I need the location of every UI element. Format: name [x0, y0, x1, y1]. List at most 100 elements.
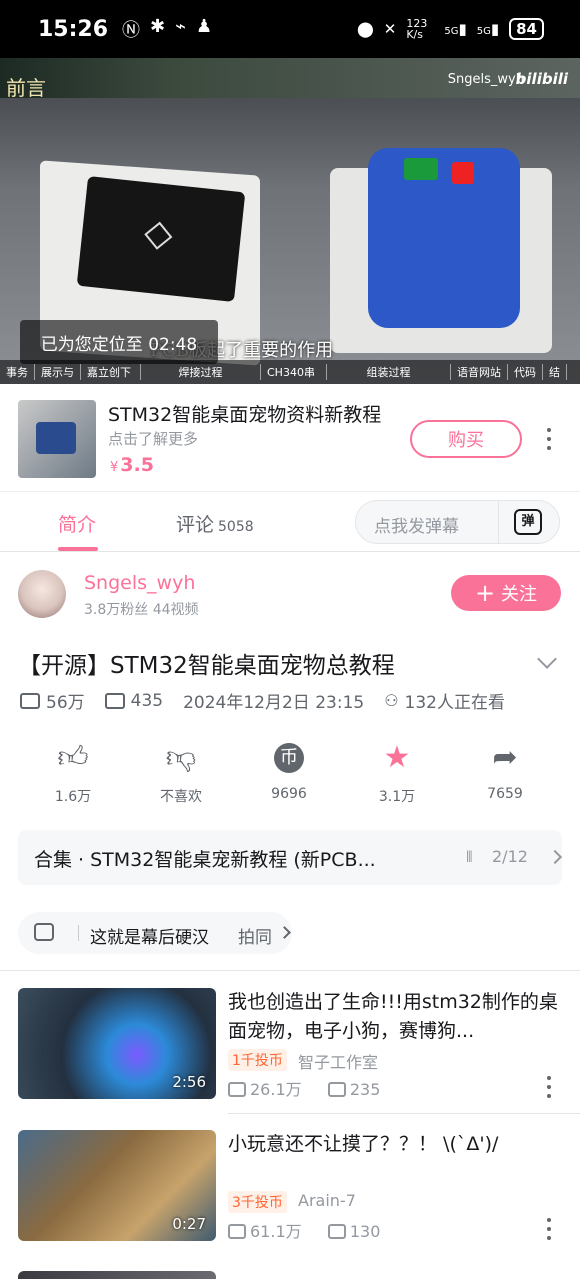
danmu-count-icon: [104, 692, 125, 709]
video-frame-pcb: [76, 176, 246, 302]
like-button[interactable]: 👍︎ 1.6万: [28, 740, 118, 806]
recommended-author: Arain-7: [298, 1191, 356, 1210]
recommended-more-icon[interactable]: [543, 1218, 555, 1240]
recommended-views: 61.1万: [250, 1222, 302, 1241]
buy-button[interactable]: 购买: [410, 420, 522, 458]
play-count-icon: [228, 1082, 246, 1097]
view-count: 56万: [46, 693, 85, 713]
favorite-button[interactable]: ★ 3.1万: [352, 740, 442, 806]
danmu-count: 435: [130, 690, 164, 711]
bilibili-logo: bilibili: [515, 70, 568, 88]
plus-icon: +: [474, 579, 496, 607]
bluetooth-icon: ✱: [150, 16, 166, 37]
video-corner-text: 前言: [6, 76, 46, 100]
link-icon: ⌁: [175, 16, 186, 37]
share-arrow-icon: ➦: [492, 740, 518, 775]
video-title: 【开源】STM32智能桌面宠物总教程: [18, 653, 395, 679]
danmu-placeholder: 点我发弹幕: [374, 517, 459, 537]
chapter-item[interactable]: 展示与: [35, 364, 81, 380]
recommended-danmu: 130: [349, 1222, 381, 1241]
chapter-item[interactable]: 组装过程: [327, 364, 451, 380]
qq-icon: ♟: [195, 16, 213, 37]
chapter-item[interactable]: 结: [543, 364, 567, 380]
coin-badge: 1千投币: [228, 1049, 287, 1071]
status-bar: 15:26 Ⓝ ✱ ⌁ ♟ ⬤ ✕ 123 K/s 5G▮ 5G▮ 84: [0, 0, 580, 58]
chapter-item[interactable]: 焊接过程: [141, 364, 261, 380]
watching-count: 132人正在看: [404, 693, 505, 713]
chevron-right-icon: [278, 926, 291, 939]
recommended-video[interactable]: 0:27 小玩意还不让摸了？？！ \(`Δ')/ 3千投币 Arain-7 61…: [0, 1130, 580, 1270]
uploader-name[interactable]: Sngels_wyh: [84, 572, 195, 594]
tag-text: 这就是幕后硬汉: [90, 928, 209, 948]
video-frame-battery: [368, 148, 520, 328]
video-meta: 56万 435 2024年12月2日 23:15 ⚇ 132人正在看: [20, 688, 505, 713]
chapter-item[interactable]: 代码: [508, 364, 543, 380]
signal-icon-1: 5G▮: [444, 20, 467, 38]
product-price: ¥3.5: [110, 454, 154, 476]
product-thumbnail[interactable]: [18, 400, 96, 478]
network-speed: 123 K/s: [406, 17, 428, 41]
danmu-count-icon: [327, 1082, 346, 1097]
thumbs-up-icon: 👍︎: [57, 740, 89, 775]
battery-indicator: 84: [509, 18, 544, 40]
collection-name: 合集 · STM32智能桌宠新教程 (新PCB...: [34, 849, 376, 871]
recommended-author: 智子工作室: [298, 1053, 379, 1072]
video-thumbnail[interactable]: [18, 1271, 216, 1279]
section-divider: [0, 970, 580, 971]
tab-active-indicator: [58, 547, 98, 551]
music-video-icon: [34, 923, 54, 941]
mute-icon: ✕: [383, 20, 397, 38]
product-title[interactable]: STM32智能桌面宠物资料新教程: [108, 400, 398, 427]
signal-icon-2: 5G▮: [476, 20, 500, 38]
chapter-bar[interactable]: 事务 展示与 嘉立创下 焊接过程 CH340串 组装过程 语音网站 代码 结: [0, 360, 580, 384]
chapter-item[interactable]: CH340串: [261, 364, 327, 380]
danmu-input[interactable]: 点我发弹幕 弹: [355, 500, 560, 544]
chevron-right-icon: [547, 849, 563, 865]
video-duration: 0:27: [172, 1215, 206, 1233]
video-thumbnail[interactable]: 0:27: [18, 1130, 216, 1241]
recommended-views: 26.1万: [250, 1080, 302, 1099]
status-time: 15:26: [38, 16, 109, 42]
follow-button[interactable]: + 关注: [451, 575, 561, 611]
recommended-danmu: 235: [349, 1080, 381, 1099]
tab-comments[interactable]: 评论 5058: [176, 510, 254, 537]
playlist-icon: ⦀: [466, 848, 473, 866]
action-bar: 👍︎ 1.6万 👎︎ 不喜欢 币 9696 ★ 3.1万 ➦ 7659: [0, 740, 580, 810]
recommended-video[interactable]: 2:56 我也创造出了生命!!!用stm32制作的桌面宠物，电子小狗，赛博狗..…: [0, 988, 580, 1128]
music-tag-pill[interactable]: 这就是幕后硬汉 拍同: [18, 912, 292, 954]
danmu-toggle-icon[interactable]: 弹: [514, 509, 542, 535]
chapter-item[interactable]: 语音网站: [451, 364, 508, 380]
video-thumbnail[interactable]: 2:56: [18, 988, 216, 1099]
video-player[interactable]: 前言 Sngels_wyh bilibili PCB板起了重要的作用 已为您定位…: [0, 58, 580, 384]
play-count-icon: [20, 692, 40, 709]
location-icon: ⬤: [356, 20, 374, 38]
watching-icon: ⚇: [384, 691, 399, 710]
video-watermark: Sngels_wyh: [447, 72, 524, 87]
tag-action: 拍同: [238, 928, 272, 948]
video-duration: 2:56: [172, 1073, 206, 1091]
dislike-button[interactable]: 👎︎ 不喜欢: [136, 740, 226, 806]
expand-chevron-icon[interactable]: [537, 649, 557, 669]
chapter-item[interactable]: 嘉立创下: [81, 364, 141, 380]
play-count-icon: [228, 1224, 246, 1239]
product-more-icon[interactable]: [543, 428, 555, 450]
coin-badge: 3千投币: [228, 1191, 287, 1213]
coin-icon: 币: [274, 743, 304, 773]
uploader-stats: 3.8万粉丝 44视频: [84, 602, 199, 618]
danmu-count-icon: [327, 1224, 346, 1239]
tab-intro[interactable]: 简介: [58, 510, 96, 537]
resume-toast: 已为您定位至 02:48: [20, 320, 218, 364]
product-subtitle: 点击了解更多: [108, 430, 199, 448]
collection-progress: 2/12: [492, 847, 528, 866]
thumbs-down-icon: 👎︎: [165, 740, 197, 775]
collection-bar[interactable]: 合集 · STM32智能桌宠新教程 (新PCB... ⦀ 2/12: [18, 830, 563, 885]
chapter-item[interactable]: 事务: [0, 364, 35, 380]
recommended-title[interactable]: 小玩意还不让摸了？？！ \(`Δ')/: [228, 1130, 558, 1159]
coin-button[interactable]: 币 9696: [244, 740, 334, 802]
publish-date: 2024年12月2日 23:15: [183, 693, 365, 713]
star-icon: ★: [383, 740, 411, 775]
uploader-avatar[interactable]: [18, 570, 66, 618]
recommended-title[interactable]: 我也创造出了生命!!!用stm32制作的桌面宠物，电子小狗，赛博狗...: [228, 988, 558, 1046]
recommended-more-icon[interactable]: [543, 1076, 555, 1098]
share-button[interactable]: ➦ 7659: [460, 740, 550, 802]
